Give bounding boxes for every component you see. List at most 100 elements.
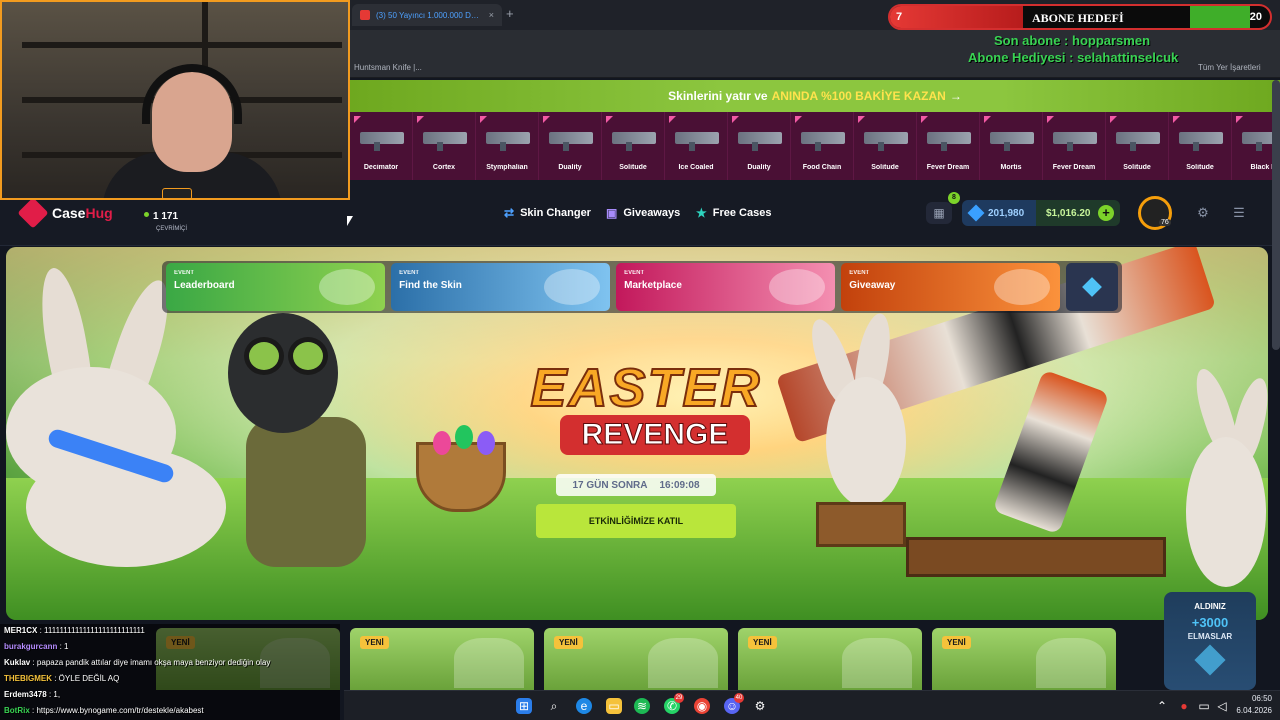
countdown-days: 17 GÜN SONRA xyxy=(572,479,648,491)
easter-hero-banner: EVENT Leaderboard EVENT Find the Skin EV… xyxy=(6,247,1268,620)
nav-skin-changer-label: Skin Changer xyxy=(520,207,591,219)
drop-item-name: Duality xyxy=(747,164,771,171)
windows-start-icon[interactable]: ⊞ xyxy=(516,698,532,714)
promo-highlight: ANINDA %100 BAKİYE KAZAN xyxy=(771,89,946,103)
gems-value: 201,980 xyxy=(988,207,1025,219)
chrome-icon[interactable]: ◉ xyxy=(694,698,710,714)
microphone-icon[interactable]: ● xyxy=(1176,698,1192,714)
settings-gear-icon[interactable]: ⚙ xyxy=(1194,204,1212,222)
event-card-leaderboard[interactable]: EVENT Leaderboard xyxy=(166,263,386,311)
chat-username: burakgurcann xyxy=(4,642,58,651)
discord-badge: 40 xyxy=(734,693,744,703)
drop-item[interactable]: Duality xyxy=(539,112,602,180)
star-icon: ★ xyxy=(696,206,707,220)
nav-free-cases-label: Free Cases xyxy=(712,207,772,219)
tab-title: (3) 50 Yayıncı 1.000.000 Dolar xyxy=(376,10,483,20)
chat-message: Erdem3478 : 1, xyxy=(4,690,60,699)
goal-target: 20 xyxy=(1249,11,1262,23)
diamond-shop-button[interactable] xyxy=(1066,263,1119,311)
event-card-marketplace[interactable]: EVENT Marketplace xyxy=(616,263,836,311)
bookmark-huntsman[interactable]: Huntsman Knife |... xyxy=(354,63,422,72)
event-card-find-the-skin[interactable]: EVENT Find the Skin xyxy=(391,263,611,311)
weapon-skin-icon xyxy=(990,132,1034,151)
add-funds-button[interactable]: + xyxy=(1098,205,1114,221)
promo-banner[interactable]: Skinlerini yatır ve ANINDA %100 BAKİYE K… xyxy=(350,80,1280,112)
clock-date[interactable]: 6.04.2026 xyxy=(1222,706,1272,715)
chat-message: MER1CX : 11111111111111111111111111 xyxy=(4,626,145,635)
nav-giveaways[interactable]: ▣ Giveaways xyxy=(606,206,680,220)
case-card[interactable]: YENİ xyxy=(738,628,922,690)
drop-item-name: Fever Dream xyxy=(926,164,970,171)
drop-item[interactable]: Ice Coaled xyxy=(665,112,728,180)
hero-title-easter: EASTER xyxy=(529,357,762,419)
edge-icon[interactable]: e xyxy=(576,698,592,714)
chat-username: Erdem3478 xyxy=(4,690,47,699)
diamonds-received-toast: ALDINIZ +3000 ELMASLAR xyxy=(1164,592,1256,690)
countdown-clock: 16:09:08 xyxy=(659,479,700,491)
drop-item[interactable]: Decimator xyxy=(350,112,413,180)
weapon-skin-icon xyxy=(675,132,719,151)
chat-text: : https://www.bynogame.com/tr/destekle/a… xyxy=(32,706,204,715)
drop-item-name: Decimator xyxy=(363,164,399,171)
case-card[interactable]: YENİ xyxy=(544,628,728,690)
nav-skin-changer[interactable]: ⇄ Skin Changer xyxy=(504,206,591,220)
channel-logo xyxy=(162,188,192,198)
casehug-logo[interactable]: CaseHug xyxy=(17,197,113,229)
new-badge: YENİ xyxy=(360,636,389,649)
search-icon[interactable]: ⌕ xyxy=(546,698,562,714)
drop-item[interactable]: Food Chain xyxy=(791,112,854,180)
drop-item[interactable]: Duality xyxy=(728,112,791,180)
browser-tab[interactable]: (3) 50 Yayıncı 1.000.000 Dolar × xyxy=(352,4,502,26)
subscriber-goal-fill xyxy=(890,6,1023,28)
rewards-button[interactable]: ▦ 8 xyxy=(926,192,960,224)
chat-text: : ÖYLE DEĞİL AQ xyxy=(54,674,120,683)
paint-bench xyxy=(906,537,1166,577)
case-card[interactable]: YENİ xyxy=(932,628,1116,690)
drop-item[interactable]: Stymphalian xyxy=(476,112,539,180)
drop-item[interactable]: Fever Dream xyxy=(917,112,980,180)
windows-taskbar: ⊞ ⌕ e ▭ ≋ ✆ 29 ◉ ☺ 40 ⚙ ⌃ ● ▭ ◁ xyxy=(344,690,1280,720)
chat-text: : papaza pandik attılar diye imamı okşa … xyxy=(32,658,271,667)
all-bookmarks[interactable]: Tüm Yer İşaretleri xyxy=(1198,63,1261,72)
drop-item-name: Solitude xyxy=(1123,164,1151,171)
hero-title-revenge: REVENGE xyxy=(560,415,750,455)
subscriber-goal-bar: 7 ABONE HEDEFİ 20 xyxy=(888,4,1272,30)
hamburger-menu-icon[interactable]: ☰ xyxy=(1230,204,1248,222)
wallet-balance[interactable]: $1,016.20 + xyxy=(1036,200,1120,226)
sub-gift: Abone Hediyesi : selahattinselcuk xyxy=(968,50,1179,65)
network-icon[interactable]: ▭ xyxy=(1196,698,1212,714)
drop-item[interactable]: Mortis xyxy=(980,112,1043,180)
drop-item[interactable]: Fever Dream xyxy=(1043,112,1106,180)
close-tab-icon[interactable]: × xyxy=(489,10,494,20)
stream-chat: MER1CX : 11111111111111111111111111 burak… xyxy=(0,624,340,720)
page-scrollbar[interactable] xyxy=(1272,80,1280,350)
new-tab-button[interactable]: + xyxy=(506,6,514,21)
drop-item[interactable]: Cortex xyxy=(413,112,476,180)
nav-giveaways-label: Giveaways xyxy=(623,207,681,219)
chevron-up-icon[interactable]: ⌃ xyxy=(1154,698,1170,714)
clock-time[interactable]: 06:50 xyxy=(1222,694,1272,703)
nav-free-cases[interactable]: ★ Free Cases xyxy=(696,206,771,220)
chat-text: : 1 xyxy=(59,642,69,651)
headset-icon xyxy=(142,64,242,124)
event-cards: EVENT Leaderboard EVENT Find the Skin EV… xyxy=(162,261,1122,313)
spotify-icon[interactable]: ≋ xyxy=(634,698,650,714)
join-event-button[interactable]: ETKİNLİĞİMİZE KATIL xyxy=(536,504,736,538)
case-card[interactable]: YENİ xyxy=(350,628,534,690)
logo-hug: Hug xyxy=(85,205,113,221)
drop-item[interactable]: Solitude xyxy=(602,112,665,180)
avatar-level: 76 xyxy=(1159,219,1171,226)
arrow-right-icon: → xyxy=(949,89,962,103)
steam-icon[interactable]: ⚙ xyxy=(752,698,768,714)
event-card-giveaway[interactable]: EVENT Giveaway xyxy=(841,263,1061,311)
diamonds-amount: +3000 xyxy=(1191,615,1229,630)
gem-icon xyxy=(967,204,985,222)
file-explorer-icon[interactable]: ▭ xyxy=(606,698,622,714)
gems-balance[interactable]: 201,980 xyxy=(962,200,1036,226)
weapon-skin-icon xyxy=(549,132,593,151)
drop-item[interactable]: Solitude xyxy=(1169,112,1232,180)
gift-icon: ▣ xyxy=(606,206,618,220)
online-label: ÇEVRİMİÇİ xyxy=(156,226,188,232)
drop-item[interactable]: Solitude xyxy=(1106,112,1169,180)
drop-item[interactable]: Solitude xyxy=(854,112,917,180)
